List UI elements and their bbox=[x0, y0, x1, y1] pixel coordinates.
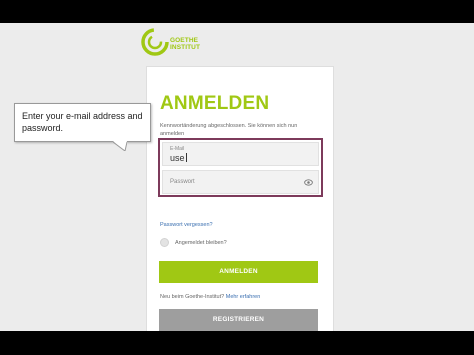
text-cursor bbox=[185, 153, 187, 162]
callout-text: Enter your e-mail address and password. bbox=[22, 111, 143, 133]
callout-pointer-icon bbox=[113, 141, 127, 151]
email-value: use bbox=[170, 153, 187, 163]
password-field[interactable]: Passwort bbox=[162, 170, 319, 194]
logo-wordmark: GOETHE INSTITUT bbox=[170, 37, 200, 51]
video-frame: GOETHE INSTITUT ANMELDEN Kennwortänderun… bbox=[0, 23, 474, 331]
instruction-callout: Enter your e-mail address and password. bbox=[14, 103, 151, 151]
password-placeholder: Passwort bbox=[170, 179, 195, 185]
remember-label: Angemeldet bleiben? bbox=[175, 239, 227, 246]
status-notice: Kennwortänderung abgeschlossen. Sie könn… bbox=[160, 123, 298, 137]
goethe-logo-icon bbox=[141, 28, 169, 56]
eye-icon[interactable] bbox=[304, 178, 313, 187]
question-text: Neu beim Goethe-Institut? bbox=[160, 294, 225, 300]
forgot-password-link[interactable]: Passwort vergessen? bbox=[160, 222, 213, 228]
page-title: ANMELDEN bbox=[160, 93, 270, 114]
logo-line-2: INSTITUT bbox=[170, 44, 201, 51]
email-label: E-Mail bbox=[170, 146, 185, 152]
new-user-question: Neu beim Goethe-Institut? Mehr erfahren bbox=[160, 294, 260, 300]
login-button[interactable]: ANMELDEN bbox=[159, 261, 318, 283]
remember-checkbox[interactable] bbox=[160, 238, 169, 247]
logo-line-1: GOETHE bbox=[170, 37, 199, 44]
login-card: ANMELDEN Kennwortänderung abgeschlossen.… bbox=[146, 66, 334, 331]
credentials-highlight: E-Mail use Passwort bbox=[158, 138, 323, 197]
register-button[interactable]: REGISTRIEREN bbox=[159, 309, 318, 331]
goethe-logo: GOETHE INSTITUT bbox=[140, 27, 260, 61]
remember-me[interactable]: Angemeldet bleiben? bbox=[160, 238, 227, 247]
learn-more-link[interactable]: Mehr erfahren bbox=[226, 294, 261, 300]
email-field[interactable]: E-Mail use bbox=[162, 142, 319, 166]
